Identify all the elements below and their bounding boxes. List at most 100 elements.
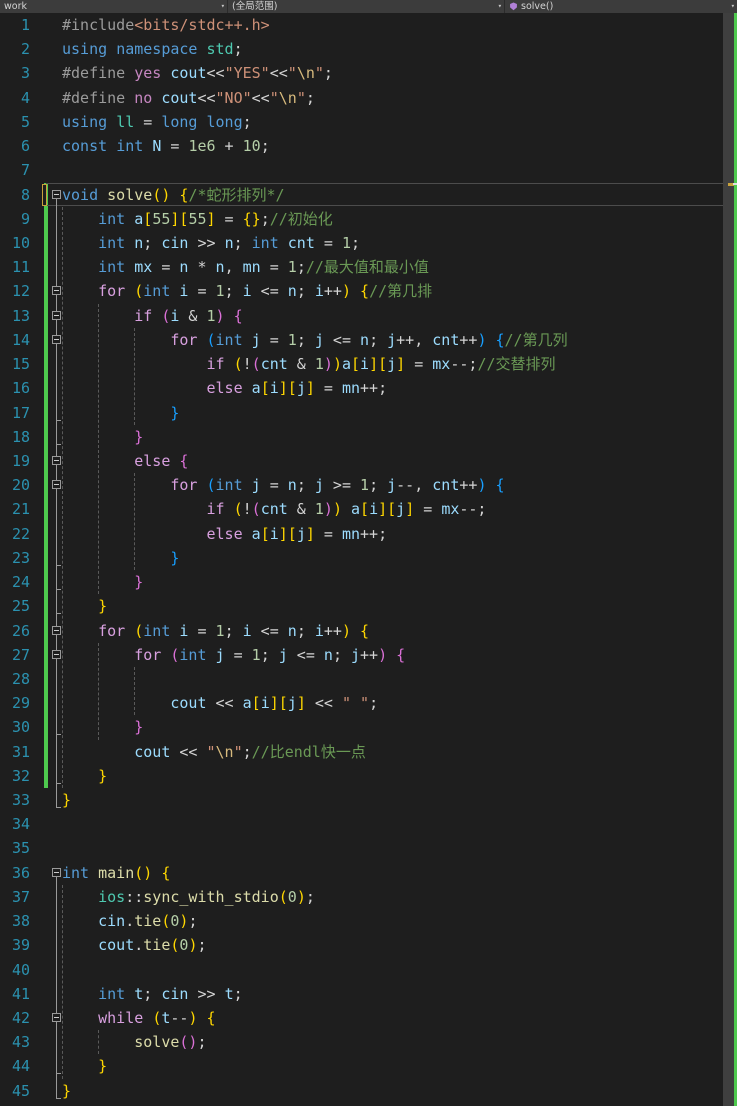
- code-line[interactable]: 27 for (int j = 1; j <= n; j++) {: [0, 643, 737, 667]
- code-text: }: [62, 1081, 72, 1100]
- code-text: if (!(cnt & 1))a[i][j] = mx--;//交替排列: [206, 355, 556, 374]
- line-number: 39: [11, 936, 30, 955]
- code-line[interactable]: 34: [0, 812, 737, 836]
- code-line[interactable]: 19 else {: [0, 449, 737, 473]
- fold-toggle-icon[interactable]: [52, 480, 61, 490]
- symbol-dropdown[interactable]: solve() ▾: [505, 0, 737, 13]
- code-line[interactable]: 9 int a[55][55] = {};//初始化: [0, 207, 737, 231]
- code-line[interactable]: 29 cout << a[i][j] << " ";: [0, 691, 737, 715]
- code-line[interactable]: 1 #include<bits/stdc++.h>: [0, 13, 737, 37]
- line-number: 7: [20, 161, 30, 180]
- code-line[interactable]: 26 for (int i = 1; i <= n; i++) {: [0, 619, 737, 643]
- code-line[interactable]: 39 cout.tie(0);: [0, 933, 737, 957]
- code-line[interactable]: 14 for (int j = 1; j <= n; j++, cnt++) {…: [0, 328, 737, 352]
- code-line[interactable]: 5 using ll = long long;: [0, 110, 737, 134]
- code-line[interactable]: 36 int main() {: [0, 861, 737, 885]
- code-line[interactable]: 15 if (!(cnt & 1))a[i][j] = mx--;//交替排列: [0, 352, 737, 376]
- fold-toggle-icon[interactable]: [52, 334, 61, 344]
- overview-cursor-tick: [733, 183, 737, 185]
- code-line[interactable]: 18 }: [0, 425, 737, 449]
- code-line[interactable]: 11 int mx = n * n, mn = 1;//最大值和最小值: [0, 255, 737, 279]
- code-text: else {: [134, 451, 189, 470]
- indent-guide: [98, 1030, 100, 1055]
- code-line[interactable]: 37 ios::sync_with_stdio(0);: [0, 885, 737, 909]
- code-line[interactable]: 4 #define no cout<<"NO"<<"\n";: [0, 86, 737, 110]
- fold-range-end: [56, 734, 61, 736]
- code-line[interactable]: 31 cout << "\n";//比endl快一点: [0, 740, 737, 764]
- code-text: solve();: [134, 1033, 207, 1052]
- fold-range-end: [56, 589, 61, 591]
- line-number: 26: [11, 621, 30, 640]
- code-text: }: [134, 427, 144, 446]
- code-line[interactable]: 35: [0, 836, 737, 860]
- code-text: }: [134, 573, 144, 592]
- code-text: #define no cout<<"NO"<<"\n";: [62, 88, 315, 107]
- code-line[interactable]: 40: [0, 958, 737, 982]
- code-line[interactable]: 6 const int N = 1e6 + 10;: [0, 134, 737, 158]
- code-line[interactable]: 44 }: [0, 1054, 737, 1078]
- code-line[interactable]: 25 }: [0, 594, 737, 618]
- fold-toggle-icon[interactable]: [52, 286, 61, 296]
- code-line[interactable]: 41 int t; cin >> t;: [0, 982, 737, 1006]
- fold-toggle-icon[interactable]: [52, 1013, 61, 1023]
- code-line[interactable]: 10 int n; cin >> n; int cnt = 1;: [0, 231, 737, 255]
- code-line[interactable]: 32 }: [0, 764, 737, 788]
- code-line[interactable]: 8 void solve() {/*蛇形排列*/: [0, 182, 737, 207]
- line-number: 16: [11, 379, 30, 398]
- code-text: }: [98, 597, 108, 616]
- code-text: if (i & 1) {: [134, 306, 243, 325]
- code-text: int t; cin >> t;: [98, 984, 243, 1003]
- code-line[interactable]: 16 else a[i][j] = mn++;: [0, 376, 737, 400]
- line-number: 23: [11, 548, 30, 567]
- fold-toggle-icon[interactable]: [52, 189, 61, 199]
- code-text: for (int i = 1; i <= n; i++) {: [98, 621, 370, 640]
- code-text: }: [98, 766, 108, 785]
- code-editor[interactable]: 1 #include<bits/stdc++.h> 2 using namespace…: [0, 13, 737, 1106]
- cursor-line-marker: [42, 183, 47, 206]
- code-line[interactable]: 17 }: [0, 401, 737, 425]
- code-line[interactable]: 42 while (t--) {: [0, 1006, 737, 1030]
- line-number: 28: [11, 669, 30, 688]
- code-line[interactable]: 2 using namespace std;: [0, 37, 737, 61]
- code-line[interactable]: 7: [0, 158, 737, 182]
- scope-dropdown[interactable]: (全局范围) ▾: [228, 0, 505, 13]
- code-line[interactable]: 24 }: [0, 570, 737, 594]
- code-line[interactable]: 45}: [0, 1079, 737, 1103]
- code-line[interactable]: 23 }: [0, 546, 737, 570]
- code-text: int mx = n * n, mn = 1;//最大值和最小值: [98, 258, 429, 277]
- fold-toggle-icon[interactable]: [52, 625, 61, 635]
- vertical-scrollbar[interactable]: [723, 13, 737, 1106]
- line-number: 19: [11, 451, 30, 470]
- code-text: }: [62, 791, 72, 810]
- line-number: 13: [11, 306, 30, 325]
- fold-range-end: [56, 782, 61, 784]
- code-line[interactable]: 38 cin.tie(0);: [0, 909, 737, 933]
- code-line[interactable]: 21 if (!(cnt & 1)) a[i][j] = mx--;: [0, 497, 737, 521]
- fold-toggle-icon[interactable]: [52, 649, 61, 659]
- code-line[interactable]: 3 #define yes cout<<"YES"<<"\n";: [0, 61, 737, 85]
- line-number: 22: [11, 524, 30, 543]
- code-line[interactable]: 30 }: [0, 715, 737, 739]
- code-line[interactable]: 43 solve();: [0, 1030, 737, 1054]
- fold-toggle-icon[interactable]: [52, 310, 61, 320]
- project-dropdown[interactable]: work ▾: [0, 0, 228, 13]
- code-line[interactable]: 33}: [0, 788, 737, 812]
- code-line[interactable]: 20 for (int j = n; j >= 1; j--, cnt++) {: [0, 473, 737, 497]
- fold-toggle-icon[interactable]: [52, 455, 61, 465]
- code-text: for (int j = n; j >= 1; j--, cnt++) {: [170, 476, 505, 495]
- code-line[interactable]: 28: [0, 667, 737, 691]
- code-line[interactable]: 12 for (int i = 1; i <= n; i++) {//第几排: [0, 279, 737, 303]
- fold-toggle-icon[interactable]: [52, 867, 61, 877]
- line-number: 8: [20, 185, 30, 204]
- line-number: 43: [11, 1033, 30, 1052]
- code-text: else a[i][j] = mn++;: [206, 524, 388, 543]
- code-line[interactable]: 13 if (i & 1) {: [0, 304, 737, 328]
- code-line[interactable]: 22 else a[i][j] = mn++;: [0, 522, 737, 546]
- line-number: 35: [11, 839, 30, 858]
- line-number: 27: [11, 645, 30, 664]
- line-number: 18: [11, 427, 30, 446]
- chevron-down-icon: ▾: [220, 1, 225, 10]
- code-text: using namespace std;: [62, 40, 243, 59]
- indent-guide: [134, 327, 136, 425]
- fold-range-end: [56, 419, 61, 421]
